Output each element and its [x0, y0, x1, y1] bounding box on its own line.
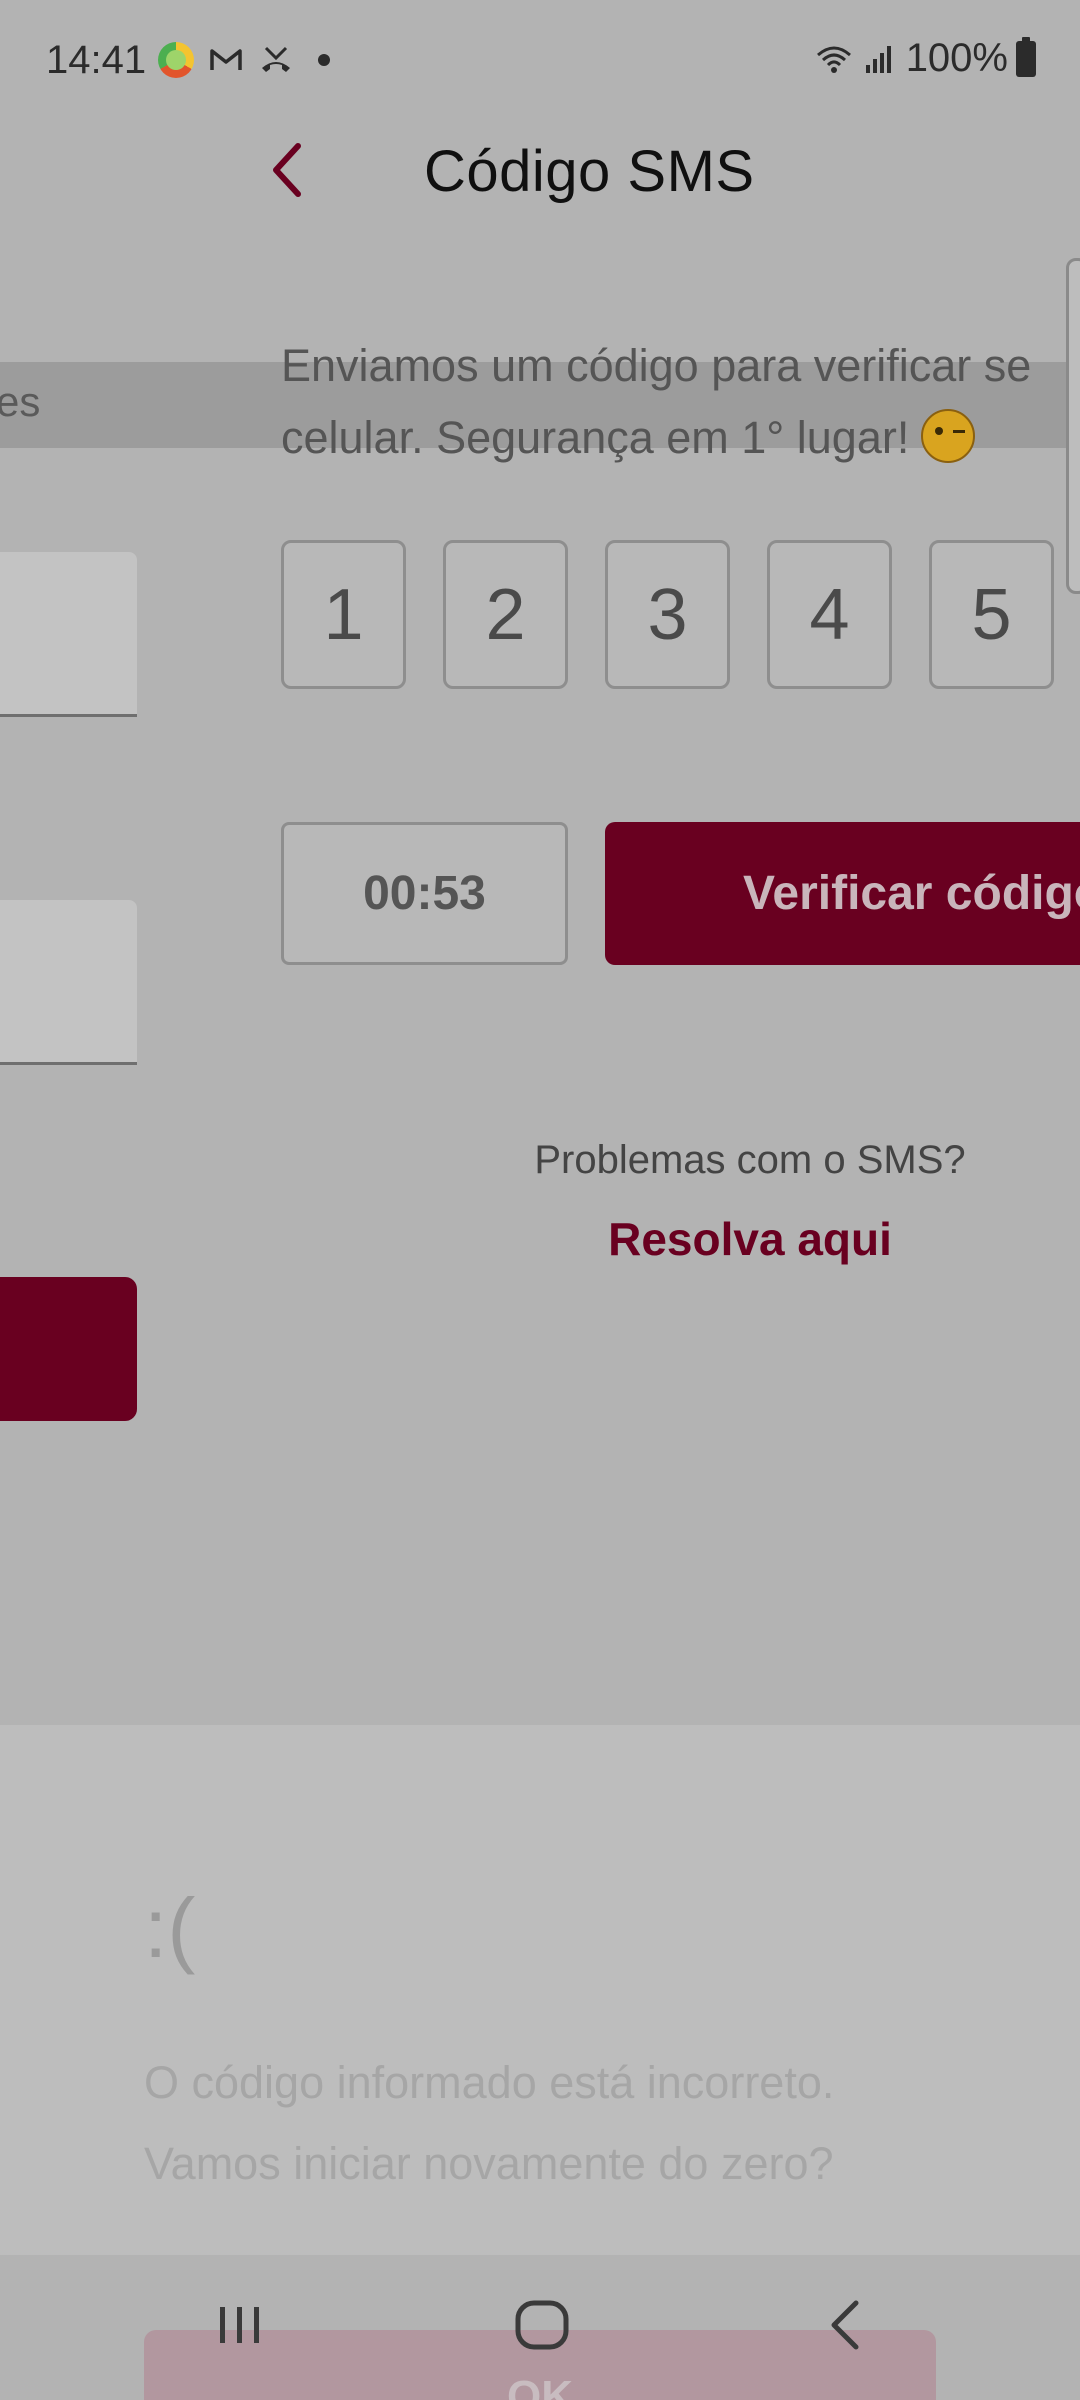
sms-problems-text: Problemas com o SMS? [534, 1138, 966, 1182]
winking-face-icon [921, 409, 976, 463]
system-nav-bar [0, 2255, 1080, 2400]
resend-timer: 00:53 [281, 822, 568, 965]
resolve-here-link[interactable]: Resolva aqui [400, 1212, 1080, 1266]
description-line-2: celular. Segurança em 1° lugar! [281, 402, 1080, 474]
code-digit-box[interactable]: 3 [605, 540, 730, 689]
back-nav-icon[interactable] [818, 2295, 878, 2355]
error-message-line-2: Vamos iniciar novamente do zero? [144, 2138, 834, 2189]
description-text: Enviamos um código para verificar se cel… [281, 330, 1080, 474]
error-message-line-1: O código informado está incorreto. [144, 2057, 835, 2108]
code-digit-box[interactable]: 2 [443, 540, 568, 689]
verify-code-button[interactable]: Verificar código [605, 822, 1080, 965]
description-line-1: Enviamos um código para verificar se [281, 340, 1032, 391]
sad-emoticon: :( [144, 1881, 196, 1975]
recent-apps-icon[interactable] [210, 2295, 270, 2355]
home-icon[interactable] [512, 2295, 572, 2355]
code-digit-box[interactable]: 1 [281, 540, 406, 689]
code-input-row: 1 2 3 4 5 [281, 540, 1054, 689]
page-title: Código SMS [424, 139, 755, 204]
code-digit-box[interactable]: 4 [767, 540, 892, 689]
error-message: O código informado está incorreto. Vamos… [144, 2042, 834, 2204]
code-digit-box[interactable]: 5 [929, 540, 1054, 689]
sms-code-page: Código SMS Enviamos um código para verif… [0, 0, 1080, 1725]
chevron-left-icon[interactable] [268, 140, 308, 200]
description-line-2-text: celular. Segurança em 1° lugar! [281, 412, 910, 463]
